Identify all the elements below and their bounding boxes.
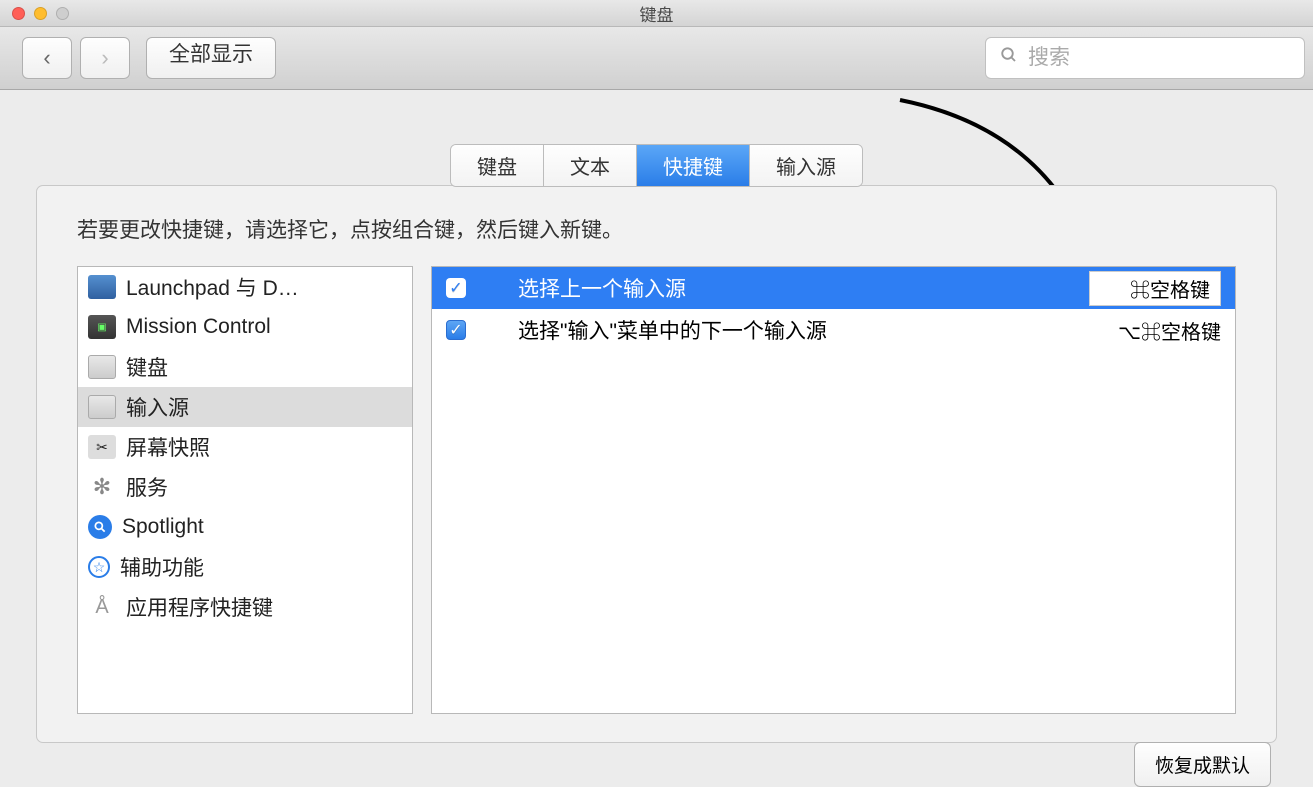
forward-button[interactable]: › [80, 37, 130, 79]
services-icon: ✻ [88, 475, 116, 499]
shortcut-label: 选择上一个输入源 [482, 273, 1073, 303]
spotlight-icon [88, 515, 112, 539]
chevron-left-icon: ‹ [43, 45, 50, 71]
back-button[interactable]: ‹ [22, 37, 72, 79]
category-label: 屏幕快照 [126, 432, 210, 462]
shortcut-key: ⌥⌘空格键 [1118, 316, 1221, 345]
checkbox-icon[interactable]: ✓ [446, 320, 466, 340]
restore-defaults-button[interactable]: 恢复成默认 [1134, 742, 1271, 787]
category-label: Spotlight [122, 515, 204, 539]
tab-bar: 键盘 文本 快捷键 输入源 [36, 144, 1277, 187]
close-window-button[interactable] [12, 7, 25, 20]
shortcut-row-next-input[interactable]: ✓ 选择"输入"菜单中的下一个输入源 ⌥⌘空格键 [432, 309, 1235, 351]
window-title: 键盘 [640, 1, 674, 26]
instruction-text: 若要更改快捷键，请选择它，点按组合键，然后键入新键。 [77, 214, 1236, 244]
shortcut-list[interactable]: ✓ 选择上一个输入源 ⌘空格键 ✓ 选择"输入"菜单中的下一个输入源 ⌥⌘空格键 [431, 266, 1236, 714]
category-label: Mission Control [126, 315, 271, 339]
category-accessibility[interactable]: ☆ 辅助功能 [78, 547, 412, 587]
input-sources-icon [88, 395, 116, 419]
shortcuts-panel: 若要更改快捷键，请选择它，点按组合键，然后键入新键。 Launchpad 与 D… [36, 185, 1277, 743]
zoom-window-button[interactable] [56, 7, 69, 20]
category-keyboard[interactable]: 键盘 [78, 347, 412, 387]
category-input-sources[interactable]: 输入源 [78, 387, 412, 427]
category-list[interactable]: Launchpad 与 D… ▣ Mission Control 键盘 输入源 … [77, 266, 413, 714]
tab-inputsources[interactable]: 输入源 [750, 145, 862, 186]
category-label: 应用程序快捷键 [126, 592, 273, 622]
category-label: 辅助功能 [120, 552, 204, 582]
screenshot-icon: ✂ [88, 435, 116, 459]
category-label: 键盘 [126, 352, 168, 382]
app-shortcuts-icon: Å [88, 595, 116, 619]
split-view: Launchpad 与 D… ▣ Mission Control 键盘 输入源 … [77, 266, 1236, 714]
category-launchpad[interactable]: Launchpad 与 D… [78, 267, 412, 307]
tab-keyboard[interactable]: 键盘 [451, 145, 544, 186]
category-spotlight[interactable]: Spotlight [78, 507, 412, 547]
accessibility-icon: ☆ [88, 556, 110, 578]
search-input[interactable] [1028, 46, 1304, 70]
search-icon [1000, 46, 1018, 70]
shortcut-label: 选择"输入"菜单中的下一个输入源 [482, 315, 1102, 345]
checkbox-icon[interactable]: ✓ [446, 278, 466, 298]
titlebar: 键盘 [0, 0, 1313, 27]
tab-text[interactable]: 文本 [544, 145, 637, 186]
launchpad-icon [88, 275, 116, 299]
tab-group: 键盘 文本 快捷键 输入源 [450, 144, 863, 187]
category-screenshots[interactable]: ✂ 屏幕快照 [78, 427, 412, 467]
search-box[interactable] [985, 37, 1305, 79]
category-services[interactable]: ✻ 服务 [78, 467, 412, 507]
mission-control-icon: ▣ [88, 315, 116, 339]
shortcut-row-prev-input[interactable]: ✓ 选择上一个输入源 ⌘空格键 [432, 267, 1235, 309]
category-label: 服务 [126, 472, 168, 502]
minimize-window-button[interactable] [34, 7, 47, 20]
shortcut-key-editor[interactable]: ⌘空格键 [1089, 271, 1221, 306]
category-mission-control[interactable]: ▣ Mission Control [78, 307, 412, 347]
traffic-lights [12, 7, 69, 20]
toolbar: ‹ › 全部显示 [0, 27, 1313, 90]
content-area: 键盘 文本 快捷键 输入源 若要更改快捷键，请选择它，点按组合键，然后键入新键。… [0, 90, 1313, 743]
category-label: Launchpad 与 D… [126, 272, 299, 302]
chevron-right-icon: › [101, 45, 108, 71]
tab-shortcuts[interactable]: 快捷键 [637, 145, 750, 186]
keyboard-icon [88, 355, 116, 379]
category-app-shortcuts[interactable]: Å 应用程序快捷键 [78, 587, 412, 627]
show-all-button[interactable]: 全部显示 [146, 37, 276, 79]
category-label: 输入源 [126, 392, 189, 422]
